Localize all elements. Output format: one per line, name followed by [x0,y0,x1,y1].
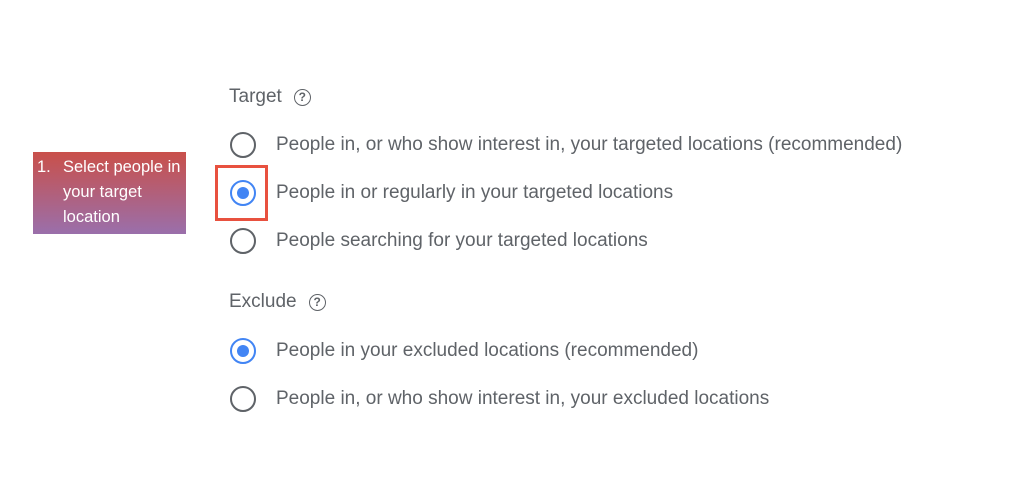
annotation-text: Select people in your target location [63,158,181,226]
radio-button-selected[interactable] [230,338,256,364]
radio-button[interactable] [230,386,256,412]
exclude-option-interest[interactable]: People in, or who show interest in, your… [230,384,769,414]
option-label: People in, or who show interest in, your… [276,388,770,409]
option-label: People in your excluded locations (recom… [276,340,699,361]
exclude-option-in[interactable]: People in your excluded locations (recom… [230,336,698,366]
exclude-heading: Exclude ? [229,291,326,313]
option-label: People in, or who show interest in, your… [276,134,903,155]
option-label: People searching for your targeted locat… [276,230,648,251]
help-circle-icon[interactable]: ? [308,293,326,311]
exclude-title: Exclude [229,291,297,312]
target-option-regularly[interactable]: People in or regularly in your targeted … [230,178,673,208]
target-title: Target [229,86,282,107]
annotation-highlight-box [215,165,268,221]
radio-button[interactable] [230,132,256,158]
option-label: People in or regularly in your targeted … [276,182,674,203]
radio-button[interactable] [230,228,256,254]
target-option-searching[interactable]: People searching for your targeted locat… [230,226,648,256]
help-circle-icon[interactable]: ? [293,88,311,106]
target-heading: Target ? [229,86,311,108]
annotation-callout: 1. Select people in your target location [33,152,186,234]
target-option-interest[interactable]: People in, or who show interest in, your… [230,130,902,160]
annotation-number: 1. [37,158,51,176]
